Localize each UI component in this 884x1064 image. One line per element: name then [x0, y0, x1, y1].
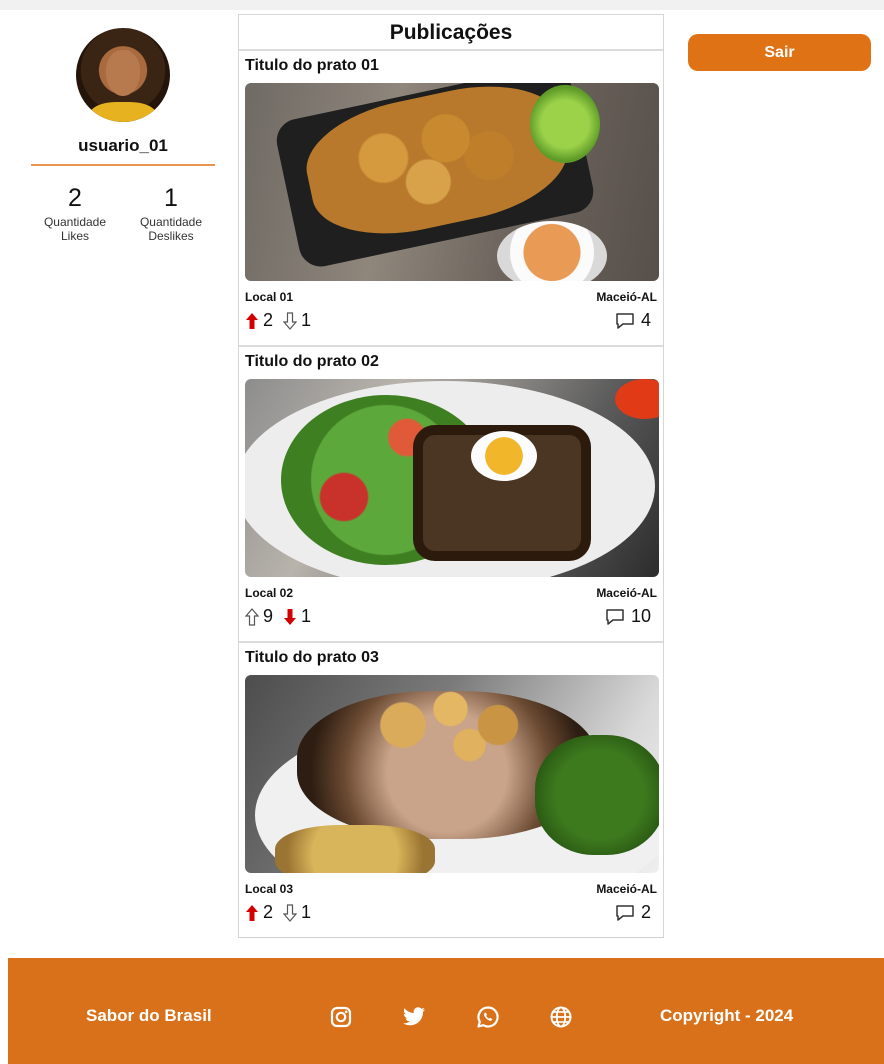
globe-icon[interactable]	[548, 1004, 574, 1030]
post-actions: 9 1 10	[245, 606, 657, 627]
photo-potato	[275, 825, 435, 873]
avatar-face	[106, 50, 140, 96]
fried-fish-photo[interactable]	[245, 83, 659, 281]
likes-label: Quantidade Likes	[30, 215, 120, 243]
username: usuario_01	[78, 136, 168, 155]
post-title[interactable]: Titulo do prato 01	[245, 55, 657, 77]
downvote-count: 1	[301, 606, 312, 626]
footer-brand: Sabor do Brasil	[86, 1006, 212, 1025]
likes-count: 2	[68, 184, 82, 212]
pork-chop-photo[interactable]	[245, 675, 659, 873]
whatsapp-icon[interactable]	[475, 1004, 501, 1030]
photo-bowl	[615, 379, 659, 419]
username-divider	[31, 164, 215, 166]
post-city: Maceió-AL	[596, 882, 657, 896]
photo-potato-cubes	[365, 685, 555, 765]
comments-button[interactable]: 10	[605, 606, 657, 627]
feed-title: Publicações	[239, 15, 663, 51]
post-meta: Local 02 Maceió-AL	[245, 586, 657, 600]
comments-button[interactable]: 2	[615, 902, 657, 923]
photo-egg	[471, 431, 537, 481]
arrow-up-icon	[246, 904, 258, 921]
comment-icon	[616, 312, 634, 329]
post-title[interactable]: Titulo do prato 03	[245, 647, 657, 669]
post-city: Maceió-AL	[596, 586, 657, 600]
downvote-button[interactable]	[283, 608, 297, 626]
upvote-count: 2	[263, 310, 274, 330]
upvote-button[interactable]	[245, 904, 259, 922]
votes: 2 1	[245, 310, 311, 331]
dislikes-label: Quantidade Deslikes	[126, 215, 216, 243]
logout-button[interactable]: Sair	[688, 34, 871, 71]
post-card[interactable]: Titulo do prato 03 Local 03 Maceió-AL 2	[239, 643, 663, 939]
arrow-down-icon	[283, 311, 298, 330]
upvote-button[interactable]	[245, 607, 259, 626]
downvote-count: 1	[301, 310, 312, 330]
likes-label-line1: Quantidade	[43, 215, 107, 229]
post-local: Local 01	[245, 290, 294, 304]
likes-stat: 2 Quantidade Likes	[30, 184, 120, 243]
downvote-count: 1	[301, 902, 312, 922]
post-actions: 2 1 4	[245, 310, 657, 331]
downvote-button[interactable]	[283, 311, 298, 330]
comments-button[interactable]: 4	[615, 310, 657, 331]
photo-lettuce	[530, 85, 600, 163]
twitter-icon[interactable]	[401, 1004, 427, 1030]
meatloaf-salad-photo[interactable]	[245, 379, 659, 577]
post-card[interactable]: Titulo do prato 02 Local 02 Maceió-AL 9	[239, 347, 663, 643]
post-meta: Local 03 Maceió-AL	[245, 882, 657, 896]
dislikes-label-line2: Deslikes	[148, 229, 194, 243]
post-actions: 2 1 2	[245, 902, 657, 923]
feed: Publicações Titulo do prato 01 Local 01 …	[238, 14, 664, 938]
footer: Sabor do Brasil Copyright - 2024	[8, 958, 884, 1064]
arrow-down-icon	[283, 903, 298, 922]
dislikes-stat: 1 Quantidade Deslikes	[126, 184, 216, 243]
profile-stats: 2 Quantidade Likes 1 Quantidade Deslikes	[28, 184, 218, 243]
arrow-up-icon	[245, 607, 259, 626]
avatar-shirt	[90, 102, 156, 122]
votes: 2 1	[245, 902, 311, 923]
post-local: Local 03	[245, 882, 294, 896]
comments-count: 2	[640, 902, 651, 922]
comments-count: 4	[640, 310, 651, 330]
downvote-button[interactable]	[283, 903, 298, 922]
page: usuario_01 2 Quantidade Likes 1 Quantida…	[0, 0, 884, 1064]
comment-icon	[616, 904, 634, 921]
profile-panel: usuario_01 2 Quantidade Likes 1 Quantida…	[28, 28, 218, 243]
dislikes-label-line1: Quantidade	[139, 215, 203, 229]
post-local: Local 02	[245, 586, 294, 600]
top-bar	[0, 0, 884, 10]
comments-count: 10	[630, 606, 651, 626]
post-card[interactable]: Titulo do prato 01 Local 01 Maceió-AL 2	[239, 51, 663, 347]
post-city: Maceió-AL	[596, 290, 657, 304]
photo-sauce	[497, 221, 607, 281]
post-title[interactable]: Titulo do prato 02	[245, 351, 657, 373]
upvote-count: 2	[263, 902, 274, 922]
upvote-count: 9	[263, 606, 274, 626]
upvote-button[interactable]	[245, 312, 259, 330]
photo-broccoli	[535, 735, 659, 855]
avatar[interactable]	[76, 28, 170, 122]
likes-label-line2: Likes	[60, 229, 89, 243]
arrow-up-icon	[246, 312, 258, 329]
votes: 9 1	[245, 606, 311, 627]
instagram-icon[interactable]	[328, 1004, 354, 1030]
footer-copyright: Copyright - 2024	[660, 1006, 794, 1025]
post-meta: Local 01 Maceió-AL	[245, 290, 657, 304]
comment-icon	[606, 608, 624, 625]
arrow-down-icon	[284, 608, 297, 625]
dislikes-count: 1	[164, 184, 178, 212]
